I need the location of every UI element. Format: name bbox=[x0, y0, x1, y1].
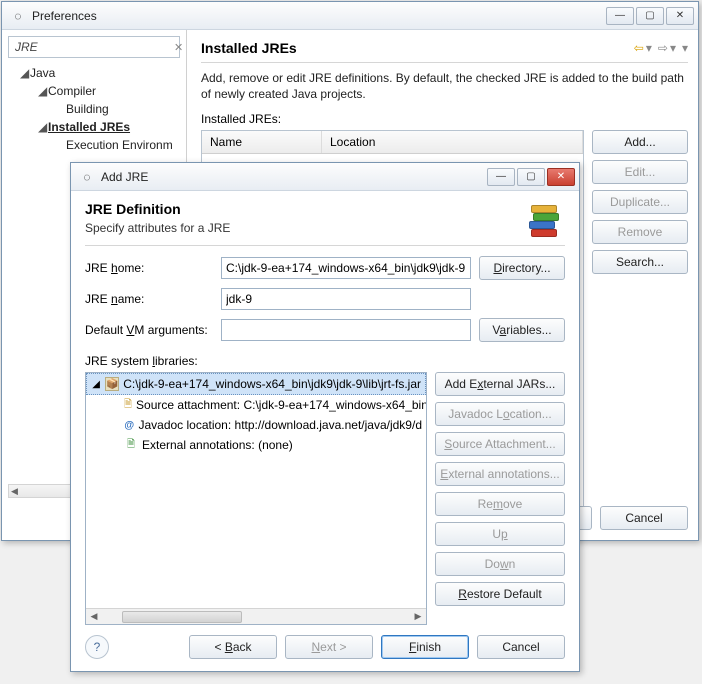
dialog-subheading: Specify attributes for a JRE bbox=[85, 221, 525, 235]
annotations-icon: 🗎 bbox=[124, 438, 138, 452]
dlg-maximize-button[interactable]: ▢ bbox=[517, 168, 545, 186]
preferences-title: Preferences bbox=[32, 9, 606, 23]
books-icon bbox=[525, 201, 565, 237]
jre-name-label: JRE name: bbox=[85, 292, 213, 306]
filter-box[interactable]: ✕ bbox=[8, 36, 180, 58]
library-tree[interactable]: ◢ 📦 C:\jdk-9-ea+174_windows-x64_bin\jdk9… bbox=[85, 372, 427, 625]
lib-src-row[interactable]: 🗎 Source attachment: C:\jdk-9-ea+174_win… bbox=[86, 395, 426, 415]
jre-name-input[interactable] bbox=[221, 288, 471, 310]
tree-node-installed-jres[interactable]: ◢Installed JREs bbox=[8, 118, 180, 136]
scroll-thumb[interactable] bbox=[122, 611, 242, 623]
up-button: Up bbox=[435, 522, 565, 546]
col-name[interactable]: Name bbox=[202, 131, 322, 153]
expand-icon[interactable]: ◢ bbox=[91, 377, 101, 391]
page-nav: ⇦▾ ⇨▾ ▾ bbox=[634, 41, 688, 55]
addjre-titlebar[interactable]: ◌ Add JRE — ▢ ✕ bbox=[71, 163, 579, 191]
nav-menu-icon[interactable]: ▾ bbox=[682, 41, 688, 55]
edit-button: Edit... bbox=[592, 160, 688, 184]
tree-node-java[interactable]: ◢Java bbox=[8, 64, 180, 82]
dlg-cancel-button[interactable]: Cancel bbox=[477, 635, 565, 659]
directory-button[interactable]: Directory... bbox=[479, 256, 565, 280]
page-title: Installed JREs bbox=[201, 40, 634, 56]
remove-button: Remove bbox=[592, 220, 688, 244]
dialog-heading: JRE Definition bbox=[85, 201, 525, 217]
external-annotations-button: External annotations... bbox=[435, 462, 565, 486]
lib-doc-row[interactable]: @ Javadoc location: http://download.java… bbox=[86, 415, 426, 435]
source-icon: 🗎 bbox=[124, 398, 132, 412]
tree-node-execution-env[interactable]: Execution Environm bbox=[8, 136, 180, 154]
lib-ext-row[interactable]: 🗎 External annotations: (none) bbox=[86, 435, 426, 455]
search-button[interactable]: Search... bbox=[592, 250, 688, 274]
duplicate-button: Duplicate... bbox=[592, 190, 688, 214]
col-location[interactable]: Location bbox=[322, 131, 583, 153]
filter-input[interactable] bbox=[13, 39, 174, 55]
preferences-titlebar[interactable]: ◌ Preferences — ▢ ✕ bbox=[2, 2, 698, 30]
javadoc-location-button: Javadoc Location... bbox=[435, 402, 565, 426]
tree-node-building[interactable]: Building bbox=[8, 100, 180, 118]
lib-hscrollbar[interactable]: ◀▶ bbox=[86, 608, 426, 624]
dlg-help-icon[interactable]: ? bbox=[85, 635, 109, 659]
lib-remove-button: Remove bbox=[435, 492, 565, 516]
javadoc-icon: @ bbox=[124, 418, 134, 432]
tree-node-compiler[interactable]: ◢Compiler bbox=[8, 82, 180, 100]
eclipse-icon: ◌ bbox=[10, 8, 26, 24]
nav-fwd-menu-icon[interactable]: ▾ bbox=[670, 41, 676, 55]
jre-home-input[interactable] bbox=[221, 257, 471, 279]
eclipse-icon: ◌ bbox=[79, 169, 95, 185]
add-external-jars-button[interactable]: Add External JARs... bbox=[435, 372, 565, 396]
finish-button[interactable]: Finish bbox=[381, 635, 469, 659]
addjre-title: Add JRE bbox=[101, 170, 487, 184]
lib-label: JRE system libraries: bbox=[85, 354, 565, 368]
dlg-minimize-button[interactable]: — bbox=[487, 168, 515, 186]
dlg-close-button[interactable]: ✕ bbox=[547, 168, 575, 186]
back-button[interactable]: < Back bbox=[189, 635, 277, 659]
add-button[interactable]: Add... bbox=[592, 130, 688, 154]
add-jre-dialog: ◌ Add JRE — ▢ ✕ JRE Definition Specify a… bbox=[70, 162, 580, 672]
vm-args-label: Default VM arguments: bbox=[85, 323, 213, 337]
minimize-button[interactable]: — bbox=[606, 7, 634, 25]
clear-filter-icon[interactable]: ✕ bbox=[174, 41, 183, 54]
source-attachment-button: Source Attachment... bbox=[435, 432, 565, 456]
restore-default-button[interactable]: Restore Default bbox=[435, 582, 565, 606]
prefs-cancel-button[interactable]: Cancel bbox=[600, 506, 688, 530]
down-button: Down bbox=[435, 552, 565, 576]
close-button[interactable]: ✕ bbox=[666, 7, 694, 25]
next-button: Next > bbox=[285, 635, 373, 659]
nav-back-icon[interactable]: ⇦ bbox=[634, 41, 644, 55]
list-label: Installed JREs: bbox=[201, 112, 688, 126]
jar-icon: 📦 bbox=[105, 377, 119, 391]
nav-fwd-icon[interactable]: ⇨ bbox=[658, 41, 668, 55]
nav-back-menu-icon[interactable]: ▾ bbox=[646, 41, 652, 55]
variables-button[interactable]: Variables... bbox=[479, 318, 565, 342]
vm-args-input[interactable] bbox=[221, 319, 471, 341]
jre-home-label: JRE home: bbox=[85, 261, 213, 275]
maximize-button[interactable]: ▢ bbox=[636, 7, 664, 25]
lib-jar-row[interactable]: ◢ 📦 C:\jdk-9-ea+174_windows-x64_bin\jdk9… bbox=[86, 373, 426, 395]
page-description: Add, remove or edit JRE definitions. By … bbox=[201, 71, 688, 102]
